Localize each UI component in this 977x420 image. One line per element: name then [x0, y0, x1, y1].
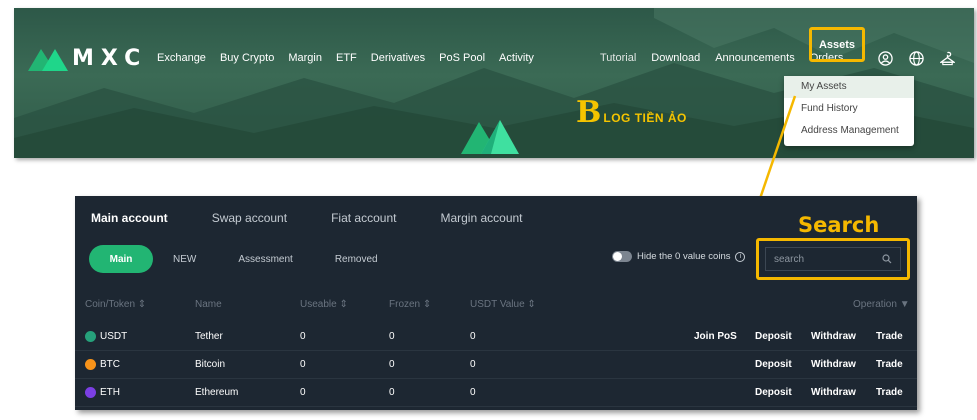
search-input[interactable] [766, 248, 876, 270]
deposit-link[interactable]: Deposit [755, 331, 792, 342]
nav-announcements[interactable]: Announcements [715, 52, 795, 64]
table-header: Coin/Token ⇕ Name Useable ⇕ Frozen ⇕ USD… [75, 297, 917, 315]
screenshot-root: MXC Exchange Buy Crypto Margin ETF Deriv… [0, 0, 977, 420]
trade-link[interactable]: Trade [876, 387, 903, 398]
search-box [765, 247, 901, 271]
dropdown-fund-history[interactable]: Fund History [784, 98, 914, 120]
nav-tutorial[interactable]: Tutorial [600, 52, 636, 64]
globe-icon[interactable] [909, 50, 924, 66]
subtab-removed[interactable]: Removed [335, 254, 378, 265]
subtab-assessment[interactable]: Assessment [238, 254, 292, 265]
hide-zero-label: Hide the 0 value coins [637, 251, 731, 262]
row-useable: 0 [300, 359, 306, 370]
nav-icon-group [878, 40, 955, 76]
nav-left-group: Exchange Buy Crypto Margin ETF Derivativ… [157, 40, 534, 76]
row-useable: 0 [300, 387, 306, 398]
subtab-main[interactable]: Main [89, 245, 153, 273]
mxc-logo[interactable]: MXC [28, 40, 147, 76]
row-usdt-value: 0 [470, 331, 476, 342]
usdt-coin-icon [85, 331, 96, 342]
search-highlight [756, 238, 910, 280]
nav-assets-highlight[interactable]: Assets [809, 27, 865, 62]
table-row: USDT Tether 0 0 0 Join PoS Deposit Withd… [75, 323, 917, 351]
withdraw-link[interactable]: Withdraw [811, 387, 856, 398]
asset-table: USDT Tether 0 0 0 Join PoS Deposit Withd… [75, 323, 917, 407]
user-icon[interactable] [878, 50, 893, 66]
eth-coin-icon [85, 387, 96, 398]
col-coin-token[interactable]: Coin/Token ⇕ [85, 299, 146, 310]
hide-zero-control: Hide the 0 value coins i [612, 251, 746, 262]
col-name: Name [195, 299, 222, 310]
account-panel: Main account Swap account Fiat account M… [75, 196, 917, 410]
nav-download[interactable]: Download [651, 52, 700, 64]
nav-activity[interactable]: Activity [499, 52, 534, 64]
row-coin: ETH [100, 387, 120, 398]
table-row: BTC Bitcoin 0 0 0 Deposit Withdraw Trade [75, 351, 917, 379]
withdraw-link[interactable]: Withdraw [811, 359, 856, 370]
table-row: ETH Ethereum 0 0 0 Deposit Withdraw Trad… [75, 379, 917, 407]
col-usdt-value-label: USDT Value [470, 299, 525, 310]
nav-margin[interactable]: Margin [288, 52, 322, 64]
row-coin: USDT [100, 331, 128, 342]
row-usdt-value: 0 [470, 387, 476, 398]
assets-dropdown: My Assets Fund History Address Managemen… [784, 76, 914, 146]
search-annotation-label: Search [798, 213, 880, 237]
trade-link[interactable]: Trade [876, 331, 903, 342]
watermark-text: LOG TIỀN ẢO [603, 111, 687, 125]
nav-etf[interactable]: ETF [336, 52, 357, 64]
search-icon[interactable] [882, 254, 892, 264]
tab-margin-account[interactable]: Margin account [440, 211, 522, 225]
col-useable[interactable]: Useable ⇕ [300, 299, 348, 310]
hanger-icon[interactable] [940, 51, 955, 66]
col-frozen-label: Frozen [389, 299, 421, 310]
tab-fiat-account[interactable]: Fiat account [331, 211, 396, 225]
row-frozen: 0 [389, 387, 395, 398]
col-operation-label: Operation [853, 299, 897, 310]
trade-link[interactable]: Trade [876, 359, 903, 370]
col-usdt-value[interactable]: USDT Value ⇕ [470, 299, 536, 310]
row-frozen: 0 [389, 359, 395, 370]
row-name: Bitcoin [195, 359, 226, 370]
dropdown-address-management[interactable]: Address Management [784, 120, 914, 142]
nav-buy-crypto[interactable]: Buy Crypto [220, 52, 274, 64]
sub-tabs: Main NEW Assessment Removed [89, 245, 400, 273]
deposit-link[interactable]: Deposit [755, 387, 792, 398]
join-pos-link[interactable]: Join PoS [694, 331, 737, 342]
row-frozen: 0 [389, 331, 395, 342]
row-name: Ethereum [195, 387, 239, 398]
nav-derivatives[interactable]: Derivatives [371, 52, 425, 64]
row-usdt-value: 0 [470, 359, 476, 370]
col-frozen[interactable]: Frozen ⇕ [389, 299, 431, 310]
btc-coin-icon [85, 359, 96, 370]
nav-exchange[interactable]: Exchange [157, 52, 206, 64]
nav-assets[interactable]: Assets [819, 39, 855, 51]
tab-main-account[interactable]: Main account [91, 211, 168, 225]
tab-swap-account[interactable]: Swap account [212, 211, 287, 225]
mxc-logo-icon [28, 49, 68, 71]
col-useable-label: Useable [300, 299, 337, 310]
hide-zero-toggle[interactable] [612, 251, 632, 262]
info-icon[interactable]: i [735, 251, 746, 262]
col-operation[interactable]: Operation ▼ [853, 299, 910, 310]
subtab-new[interactable]: NEW [173, 254, 196, 265]
account-tabs: Main account Swap account Fiat account M… [75, 196, 551, 240]
center-mxc-logo-icon [461, 120, 519, 154]
row-useable: 0 [300, 331, 306, 342]
row-name: Tether [195, 331, 223, 342]
dropdown-my-assets[interactable]: My Assets [784, 76, 914, 98]
watermark-logo: B LOG TIỀN ẢO [576, 98, 687, 128]
deposit-link[interactable]: Deposit [755, 359, 792, 370]
row-coin: BTC [100, 359, 120, 370]
withdraw-link[interactable]: Withdraw [811, 331, 856, 342]
nav-pos-pool[interactable]: PoS Pool [439, 52, 485, 64]
brand-name: MXC [72, 45, 148, 71]
nav-right-group: Tutorial Download Announcements Orders [600, 40, 843, 76]
watermark-initial: B [576, 95, 602, 130]
col-coin-token-label: Coin/Token [85, 299, 136, 310]
